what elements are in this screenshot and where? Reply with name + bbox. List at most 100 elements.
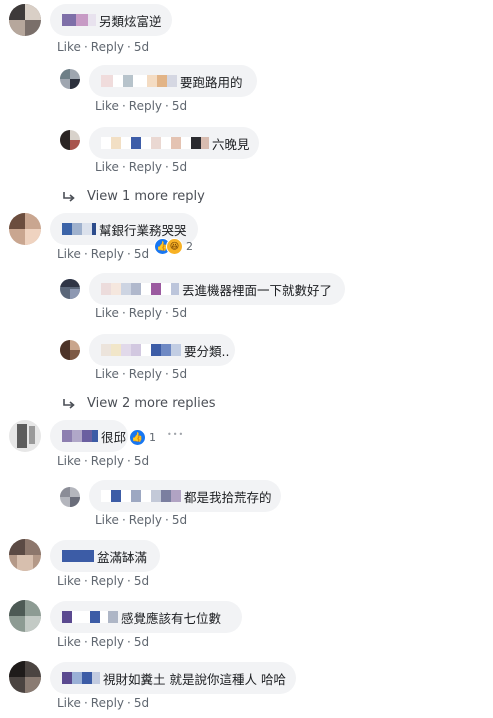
reactions[interactable]: 👍 😆 2 xyxy=(154,238,193,255)
comment-text: 要跑路用的 xyxy=(180,74,243,90)
avatar[interactable] xyxy=(60,130,80,150)
timestamp[interactable]: 5d xyxy=(134,574,149,588)
timestamp[interactable]: 5d xyxy=(172,306,187,320)
commenter-name[interactable] xyxy=(101,283,179,295)
commenter-name[interactable] xyxy=(62,14,96,26)
reactions[interactable]: 👍 1 xyxy=(129,429,156,446)
like-link[interactable]: Like xyxy=(95,306,119,320)
like-link[interactable]: Like xyxy=(95,160,119,174)
view-more-replies-link[interactable]: View 2 more replies xyxy=(62,396,216,411)
reply-link[interactable]: Reply xyxy=(91,696,124,710)
commenter-name[interactable] xyxy=(101,75,177,87)
commenter-name[interactable] xyxy=(101,344,181,356)
reply-arrow-icon xyxy=(63,191,75,202)
reply-link[interactable]: Reply xyxy=(129,99,162,113)
avatar[interactable] xyxy=(60,279,80,299)
reply-link[interactable]: Reply xyxy=(91,574,124,588)
comment-bubble: 視財如糞土 就是說你這種人 哈哈 xyxy=(50,662,296,694)
comment-actions: Like · Reply · 5d xyxy=(57,696,149,710)
commenter-name[interactable] xyxy=(101,137,209,149)
timestamp[interactable]: 5d xyxy=(172,99,187,113)
reply-link[interactable]: Reply xyxy=(129,367,162,381)
reply-link[interactable]: Reply xyxy=(91,454,124,468)
avatar[interactable] xyxy=(9,4,41,36)
avatar[interactable] xyxy=(60,340,80,360)
timestamp[interactable]: 5d xyxy=(172,367,187,381)
timestamp[interactable]: 5d xyxy=(134,40,149,54)
avatar[interactable] xyxy=(9,213,41,245)
comment-bubble: 要跑路用的 xyxy=(89,65,257,97)
separator: · xyxy=(121,513,126,527)
comment-bubble: 另類炫富逆 xyxy=(50,4,172,36)
haha-reaction-icon: 😆 xyxy=(166,238,183,255)
timestamp[interactable]: 5d xyxy=(172,513,187,527)
avatar[interactable] xyxy=(9,661,41,693)
reply-link[interactable]: Reply xyxy=(91,247,124,261)
separator: · xyxy=(165,367,169,381)
like-link[interactable]: Like xyxy=(57,454,81,468)
like-link[interactable]: Like xyxy=(95,513,119,527)
separator: · xyxy=(165,513,169,527)
comment-text: 六晚見 xyxy=(212,136,250,152)
comment-bubble: 感覺應該有七位數 xyxy=(50,601,242,633)
separator: · xyxy=(83,40,88,54)
timestamp[interactable]: 5d xyxy=(172,160,187,174)
commenter-name[interactable] xyxy=(101,490,181,502)
view-more-label: View 1 more reply xyxy=(87,189,205,204)
comment-text: 感覺應該有七位數 xyxy=(121,610,222,626)
commenter-name[interactable] xyxy=(62,223,96,235)
like-link[interactable]: Like xyxy=(57,247,81,261)
view-more-replies-link[interactable]: View 1 more reply xyxy=(62,189,205,204)
comment-bubble: 很邱 xyxy=(50,420,128,452)
comment-actions: Like · Reply · 5d xyxy=(57,635,149,649)
comment-text: 視財如糞土 就是說你這種人 哈哈 xyxy=(103,671,286,687)
comment-text: 盆滿缽滿 xyxy=(97,549,148,565)
commenter-name[interactable] xyxy=(62,611,118,623)
view-more-label: View 2 more replies xyxy=(87,396,216,411)
comment-actions: Like · Reply · 5d xyxy=(57,454,149,468)
like-link[interactable]: Like xyxy=(57,40,81,54)
more-options-icon[interactable]: ••• xyxy=(167,430,184,439)
like-link[interactable]: Like xyxy=(57,696,81,710)
separator: · xyxy=(127,247,131,261)
timestamp[interactable]: 5d xyxy=(134,696,149,710)
commenter-name[interactable] xyxy=(62,672,100,684)
avatar[interactable] xyxy=(9,600,41,632)
reply-link[interactable]: Reply xyxy=(91,40,124,54)
comment-text: 丟進機器裡面一下就數好了 xyxy=(182,282,333,298)
reply-arrow-icon xyxy=(63,398,75,409)
like-link[interactable]: Like xyxy=(95,367,119,381)
separator: · xyxy=(165,160,169,174)
reply-link[interactable]: Reply xyxy=(91,635,124,649)
reply-link[interactable]: Reply xyxy=(129,306,162,320)
comment-actions: Like · Reply · 5d xyxy=(95,513,187,527)
separator: · xyxy=(83,635,88,649)
like-reaction-icon: 👍 xyxy=(129,429,146,446)
commenter-name[interactable] xyxy=(62,430,98,442)
separator: · xyxy=(127,635,131,649)
commenter-name[interactable] xyxy=(62,550,94,562)
like-link[interactable]: Like xyxy=(57,574,81,588)
reply-link[interactable]: Reply xyxy=(129,513,162,527)
separator: · xyxy=(83,247,88,261)
comment-text: 另類炫富逆 xyxy=(99,13,162,29)
timestamp[interactable]: 5d xyxy=(134,454,149,468)
comment-bubble: 六晚見 xyxy=(89,127,259,159)
comment-actions: Like · Reply · 5d xyxy=(95,306,187,320)
comment-actions: Like · Reply · 5d xyxy=(57,574,149,588)
comment-actions: Like · Reply · 5d xyxy=(57,40,149,54)
avatar[interactable] xyxy=(60,69,80,89)
avatar[interactable] xyxy=(9,539,41,571)
timestamp[interactable]: 5d xyxy=(134,635,149,649)
reply-link[interactable]: Reply xyxy=(129,160,162,174)
like-link[interactable]: Like xyxy=(57,635,81,649)
timestamp[interactable]: 5d xyxy=(134,247,149,261)
avatar[interactable] xyxy=(60,487,80,507)
separator: · xyxy=(127,40,131,54)
avatar[interactable] xyxy=(9,420,41,452)
like-link[interactable]: Like xyxy=(95,99,119,113)
separator: · xyxy=(121,306,126,320)
comment-bubble: 都是我拾荒存的 xyxy=(89,480,281,512)
comment-bubble: 盆滿缽滿 xyxy=(50,540,160,572)
comment-actions: Like · Reply · 5d xyxy=(95,367,187,381)
